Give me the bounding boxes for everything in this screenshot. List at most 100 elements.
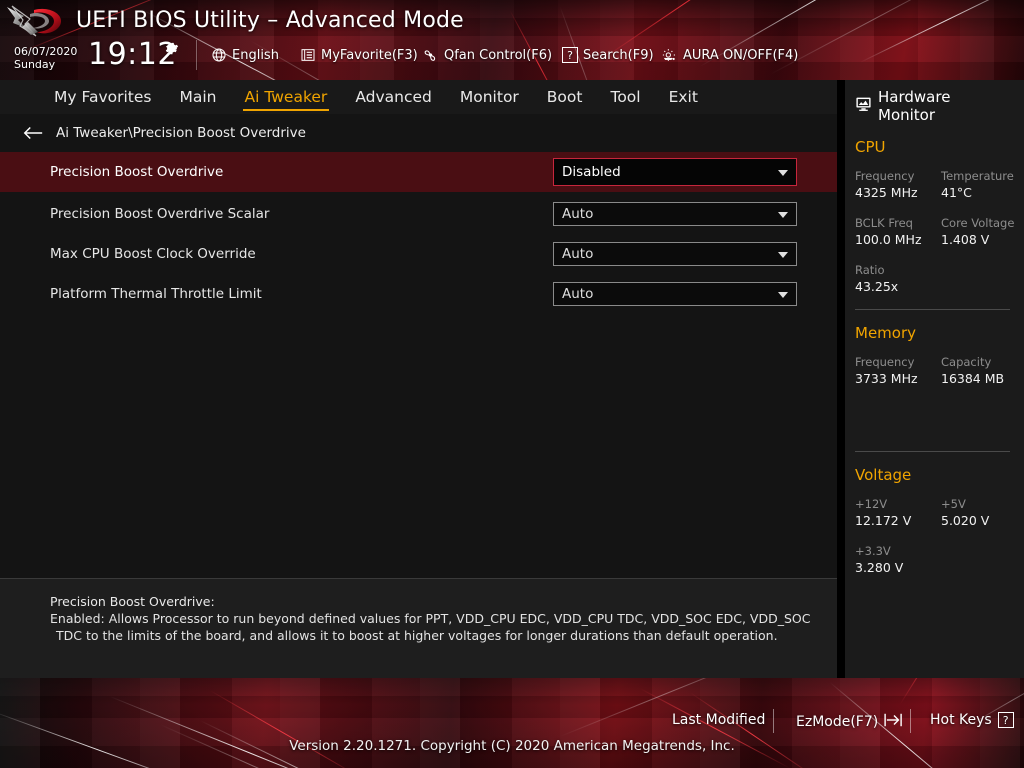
- gear-icon[interactable]: [164, 41, 179, 56]
- header-item-language[interactable]: English: [211, 47, 279, 63]
- weekday-text: Sunday: [14, 58, 56, 71]
- myfavorite-label: MyFavorite(F3): [321, 47, 418, 63]
- rog-logo: [7, 5, 62, 37]
- setting-dropdown-precision-boost-overdrive-scalar[interactable]: Auto: [553, 202, 797, 226]
- fan-icon: [422, 47, 439, 63]
- setting-row-precision-boost-overdrive-scalar[interactable]: Precision Boost Overdrive Scalar Auto: [0, 194, 837, 234]
- help-title: Precision Boost Overdrive:: [50, 594, 215, 609]
- setting-label: Precision Boost Overdrive Scalar: [50, 206, 270, 222]
- tab-ai-tweaker[interactable]: Ai Tweaker: [231, 80, 342, 114]
- tab-label: Advanced: [355, 88, 432, 106]
- setting-label: Max CPU Boost Clock Override: [50, 246, 256, 262]
- hw-row: Frequency 3733 MHz Capacity 16384 MB: [855, 354, 1010, 387]
- chevron-down-icon: [778, 170, 788, 176]
- tab-my-favorites[interactable]: My Favorites: [40, 80, 166, 114]
- hw-key: Capacity: [941, 355, 992, 369]
- ezmode-button[interactable]: EzMode(F7): [796, 712, 904, 732]
- settings-panel: Precision Boost Overdrive Disabled Preci…: [0, 152, 837, 578]
- sidebar-divider: [855, 309, 1010, 310]
- qfan-label: Qfan Control(F6): [444, 47, 553, 63]
- footer-divider: [773, 709, 774, 733]
- date-text: 06/07/2020: [14, 45, 78, 58]
- tab-exit[interactable]: Exit: [655, 80, 712, 114]
- tab-monitor[interactable]: Monitor: [446, 80, 533, 114]
- setting-row-platform-thermal-throttle-limit[interactable]: Platform Thermal Throttle Limit Auto: [0, 274, 837, 314]
- hw-key: +5V: [941, 497, 966, 511]
- tab-label: Boot: [546, 88, 583, 106]
- chevron-down-icon: [778, 292, 788, 298]
- footer-bar: Last Modified EzMode(F7) Hot Keys ?: [0, 678, 1024, 768]
- dropdown-value: Disabled: [562, 164, 621, 180]
- hotkeys-button[interactable]: Hot Keys ?: [930, 712, 1014, 728]
- question-icon: ?: [997, 712, 1014, 728]
- aura-icon: [660, 47, 678, 63]
- hw-row: BCLK Freq 100.0 MHz Core Voltage 1.408 V: [855, 215, 1014, 248]
- sidebar-divider: [855, 451, 1010, 452]
- tab-label: Tool: [610, 88, 641, 106]
- dropdown-value: Auto: [562, 206, 594, 222]
- hw-row: +12V 12.172 V +5V 5.020 V: [855, 496, 1010, 529]
- hw-cell-cpu-temperature: Temperature 41°C: [941, 168, 1024, 201]
- hw-value: 3.280 V: [855, 560, 904, 575]
- aura-label: AURA ON/OFF(F4): [683, 47, 799, 63]
- header-item-search[interactable]: ? Search(F9): [562, 47, 654, 63]
- hw-key: Frequency: [855, 169, 915, 183]
- hw-value: 100.0 MHz: [855, 232, 922, 247]
- sidebar-gutter: [837, 80, 845, 678]
- hw-row: Frequency 4325 MHz Temperature 41°C: [855, 168, 1014, 201]
- header-item-aura[interactable]: AURA ON/OFF(F4): [660, 47, 798, 63]
- tab-advanced[interactable]: Advanced: [341, 80, 446, 114]
- back-arrow-icon[interactable]: [22, 125, 44, 141]
- setting-row-max-cpu-boost-clock-override[interactable]: Max CPU Boost Clock Override Auto: [0, 234, 837, 274]
- setting-dropdown-platform-thermal-throttle-limit[interactable]: Auto: [553, 282, 797, 306]
- tab-label: Monitor: [459, 88, 519, 106]
- hw-value: 3733 MHz: [855, 371, 918, 386]
- hw-row: Ratio 43.25x: [855, 262, 1010, 295]
- setting-dropdown-precision-boost-overdrive[interactable]: Disabled: [553, 158, 797, 186]
- hw-key: +12V: [855, 497, 888, 511]
- hw-cell-ratio: Ratio 43.25x: [855, 262, 941, 295]
- chevron-down-icon: [778, 252, 788, 258]
- setting-label: Platform Thermal Throttle Limit: [50, 286, 262, 302]
- hotkeys-label: Hot Keys: [930, 712, 992, 728]
- exit-arrow-icon: [884, 712, 904, 732]
- hw-row: +3.3V 3.280 V: [855, 543, 1010, 576]
- header-item-qfan[interactable]: Qfan Control(F6): [422, 47, 552, 63]
- help-body: Enabled: Allows Processor to run beyond …: [50, 611, 811, 643]
- copyright-text: Version 2.20.1271. Copyright (C) 2020 Am…: [289, 738, 735, 754]
- section-title-voltage: Voltage: [855, 466, 912, 484]
- hw-key: Temperature: [941, 169, 1014, 183]
- help-panel: Precision Boost Overdrive: Enabled: Allo…: [0, 578, 837, 678]
- hw-cell-cpu-frequency: Frequency 4325 MHz: [855, 168, 941, 201]
- hw-key: Core Voltage: [941, 216, 1015, 230]
- header-divider: [196, 40, 197, 70]
- section-title-cpu: CPU: [855, 138, 886, 156]
- hardware-monitor-header: Hardware Monitor: [855, 88, 1010, 124]
- tab-boot[interactable]: Boot: [533, 80, 597, 114]
- header-item-myfavorite[interactable]: MyFavorite(F3): [300, 47, 418, 63]
- hw-value: 1.408 V: [941, 232, 990, 247]
- hw-cell-bclk-freq: BCLK Freq 100.0 MHz: [855, 215, 941, 248]
- tab-label: Exit: [668, 88, 698, 106]
- hardware-monitor-panel: Hardware Monitor CPU Frequency 4325 MHz …: [845, 80, 1024, 678]
- list-icon: [300, 47, 316, 63]
- setting-row-precision-boost-overdrive[interactable]: Precision Boost Overdrive Disabled: [0, 152, 837, 192]
- dropdown-value: Auto: [562, 286, 594, 302]
- hw-value: 12.172 V: [855, 513, 912, 528]
- breadcrumb-path: Ai Tweaker\Precision Boost Overdrive: [56, 125, 306, 141]
- hw-value: 4325 MHz: [855, 185, 918, 200]
- hw-value: 16384 MB: [941, 371, 1005, 386]
- hw-cell-core-voltage: Core Voltage 1.408 V: [941, 215, 1024, 248]
- setting-dropdown-max-cpu-boost-clock-override[interactable]: Auto: [553, 242, 797, 266]
- question-icon: ?: [562, 47, 578, 63]
- chevron-down-icon: [778, 212, 788, 218]
- search-label: Search(F9): [583, 47, 654, 63]
- last-modified-button[interactable]: Last Modified: [672, 712, 765, 728]
- dropdown-value: Auto: [562, 246, 594, 262]
- hw-cell-memory-capacity: Capacity 16384 MB: [941, 354, 1024, 387]
- globe-icon: [211, 47, 227, 63]
- tab-tool[interactable]: Tool: [596, 80, 654, 114]
- page-title: UEFI BIOS Utility – Advanced Mode: [76, 8, 464, 33]
- tab-main[interactable]: Main: [166, 80, 231, 114]
- hw-value: 43.25x: [855, 279, 899, 294]
